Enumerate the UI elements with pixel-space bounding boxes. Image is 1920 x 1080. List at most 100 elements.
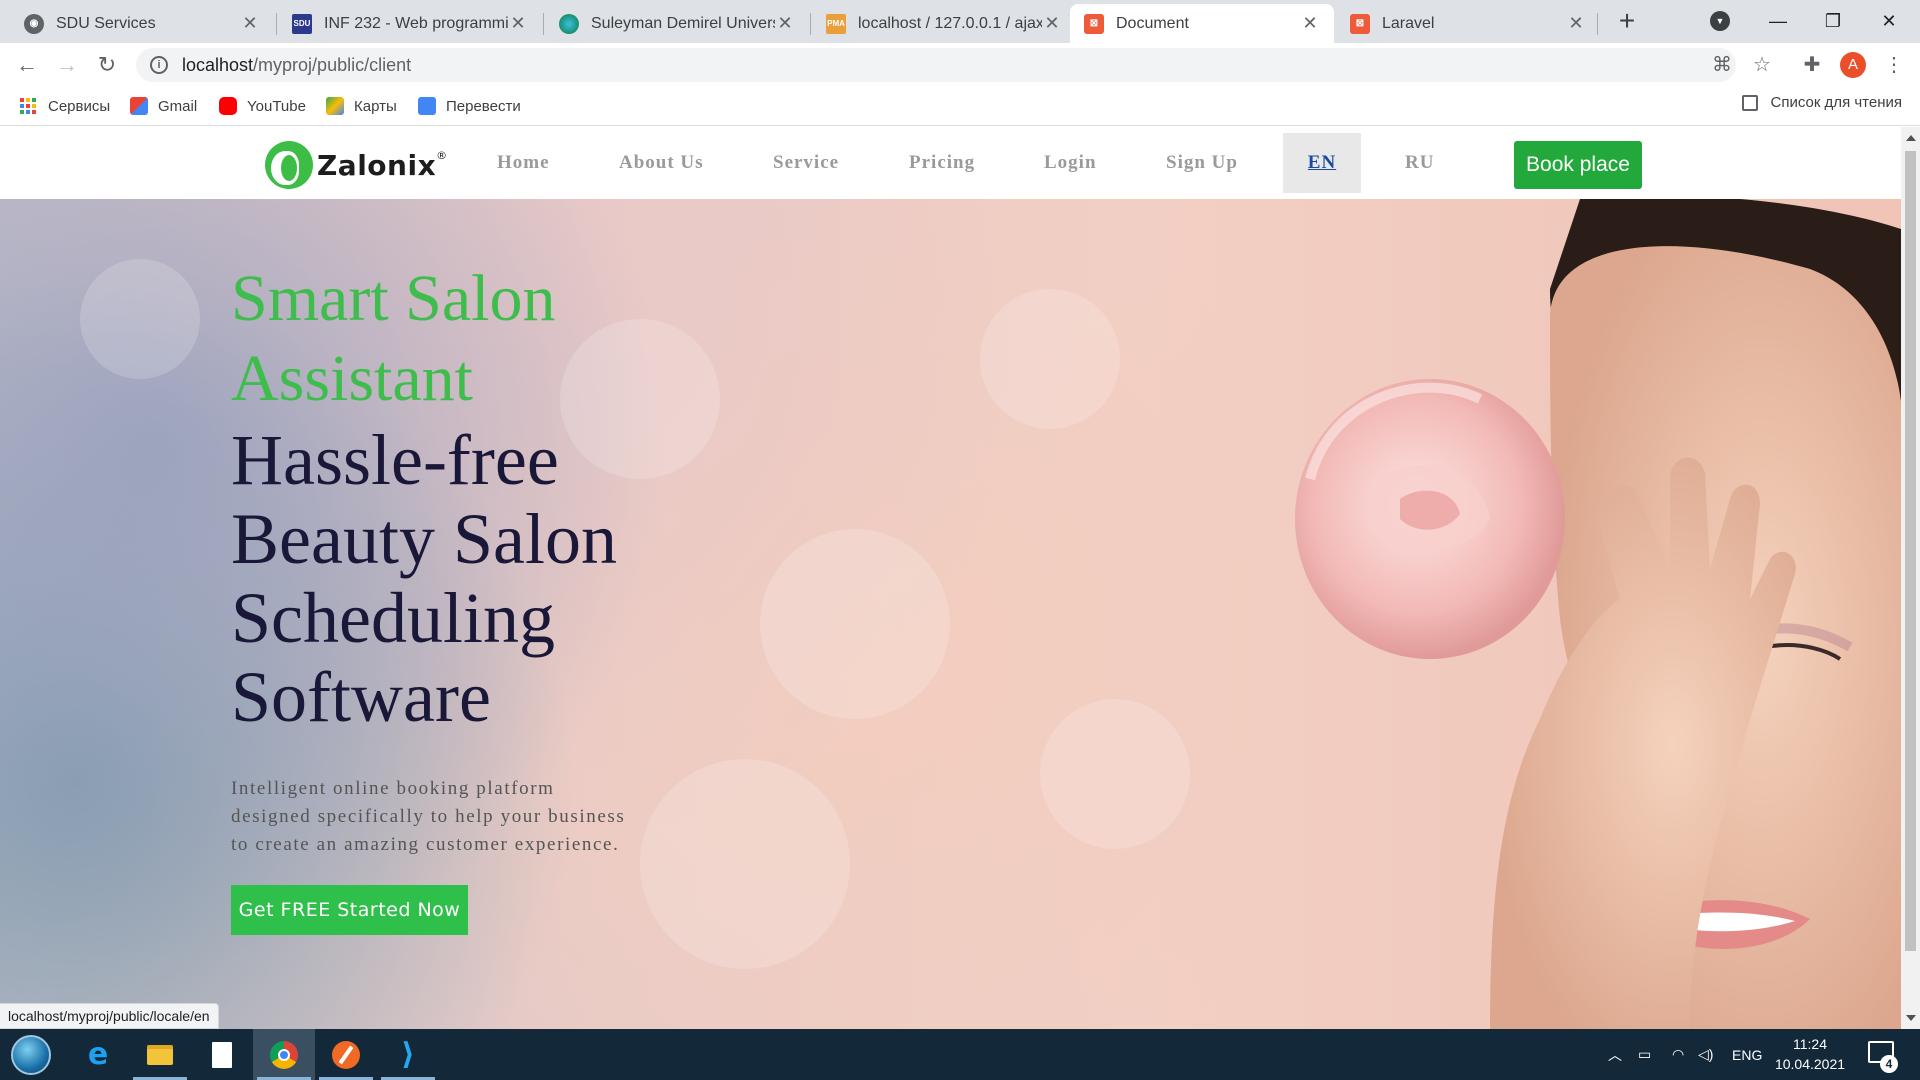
bookmarks-bar: Сервисы Gmail YouTube Карты Перевести Сп… [0, 86, 1920, 126]
taskbar-chrome[interactable] [253, 1029, 315, 1080]
bookmark-label: Карты [354, 97, 397, 115]
hero-title-line: Smart Salon [231, 262, 556, 335]
tab-document[interactable]: ⊠ Document ✕ [1070, 4, 1334, 43]
bookmark-label: YouTube [247, 97, 306, 115]
start-button[interactable] [0, 1029, 62, 1080]
hero-subtitle-line: Hassle-free [231, 420, 559, 500]
wifi-icon[interactable]: ◠ [1672, 1029, 1684, 1080]
nav-about-us[interactable]: About Us [619, 127, 704, 199]
windows-orb-icon [11, 1034, 51, 1075]
system-clock[interactable]: 11:24 10.04.2021 [1770, 1034, 1850, 1074]
nav-sign-up[interactable]: Sign Up [1166, 127, 1238, 199]
notepad-icon [212, 1041, 232, 1068]
url-host: localhost [182, 54, 254, 75]
new-tab-button[interactable]: + [1612, 6, 1642, 36]
taskbar-file-explorer[interactable] [129, 1029, 191, 1080]
bookmark-youtube[interactable]: YouTube [219, 94, 306, 118]
book-place-button[interactable]: Book place [1514, 141, 1642, 189]
tab-phpmyadmin[interactable]: PMA localhost / 127.0.0.1 / ajax / ✕ [812, 4, 1076, 43]
translate-icon [418, 97, 436, 115]
hero-description-line: designed specifically to help your busin… [231, 806, 626, 827]
taskbar-sublime-text[interactable] [315, 1029, 377, 1080]
nav-pricing[interactable]: Pricing [909, 127, 975, 199]
show-hidden-icons-chevron-icon[interactable]: ︿ [1608, 1029, 1622, 1080]
bookmark-label: Сервисы [48, 97, 111, 115]
tab-sdu-university[interactable]: Suleyman Demirel Universit ✕ [545, 4, 809, 43]
volume-icon[interactable]: ◁) [1698, 1029, 1713, 1080]
back-arrow-icon[interactable]: ← [13, 51, 41, 79]
bookmark-translate[interactable]: Перевести [418, 94, 521, 118]
laravel-icon: ⊠ [1084, 13, 1104, 34]
scrollbar-thumb[interactable] [1905, 151, 1916, 951]
nav-home[interactable]: Home [497, 127, 550, 199]
minimize-button[interactable]: — [1755, 6, 1801, 36]
close-icon[interactable]: ✕ [775, 13, 795, 34]
bokeh-light [980, 289, 1120, 429]
battery-icon[interactable]: ▭ [1638, 1029, 1651, 1080]
forward-arrow-icon[interactable]: → [53, 51, 81, 79]
tab-inf232[interactable]: SDU INF 232 - Web programming ✕ [278, 4, 542, 43]
taskbar-vs-code[interactable]: ⟩ [377, 1029, 439, 1080]
bookmark-star-icon[interactable]: ☆ [1750, 53, 1774, 77]
laravel-icon: ⊠ [1350, 13, 1370, 34]
vs-code-icon: ⟩ [401, 1037, 415, 1072]
bookmark-services[interactable]: Сервисы [20, 94, 110, 118]
woman-with-rose-image [1295, 199, 1901, 1029]
reading-list[interactable]: Список для чтения [1742, 94, 1902, 111]
youtube-icon [219, 97, 237, 115]
status-bar-url: localhost/myproj/public/locale/en [0, 1003, 219, 1029]
bookmark-label: Перевести [446, 97, 521, 115]
close-icon[interactable]: ✕ [1042, 13, 1062, 34]
tab-search-icon[interactable]: ▼ [1710, 11, 1730, 31]
tab-laravel[interactable]: ⊠ Laravel ✕ [1336, 4, 1600, 43]
internet-explorer-icon: e [87, 1037, 109, 1072]
address-bar[interactable]: i localhost/myproj/public/client [136, 48, 1736, 82]
close-icon[interactable]: ✕ [1566, 13, 1586, 34]
browser-toolbar: ← → ↻ i localhost/myproj/public/client ⌘… [0, 43, 1920, 86]
lang-en[interactable]: EN [1283, 133, 1361, 193]
bookmark-maps[interactable]: Карты [326, 94, 397, 118]
nav-service[interactable]: Service [773, 127, 839, 199]
sublime-text-icon [332, 1040, 360, 1069]
hero-subtitle-line: Scheduling [231, 578, 555, 658]
restore-button[interactable]: ❐ [1810, 6, 1856, 36]
tab-separator [810, 13, 811, 35]
menu-kebab-icon[interactable]: ⋮ [1882, 53, 1906, 77]
hero-title: Smart Salon Assistant [231, 259, 711, 419]
site-info-icon[interactable]: i [150, 56, 168, 74]
bokeh-light [1040, 699, 1190, 849]
close-icon[interactable]: ✕ [240, 13, 260, 34]
tab-sdu-services[interactable]: ◉ SDU Services ✕ [10, 4, 274, 43]
taskbar-internet-explorer[interactable]: e [67, 1029, 129, 1080]
scroll-up-arrow-icon[interactable] [1906, 135, 1916, 141]
get-started-button[interactable]: Get FREE Started Now [231, 885, 468, 935]
extensions-icon[interactable]: ✚ [1800, 53, 1824, 77]
logo-wordmark: Zalonix [317, 148, 437, 182]
page-scrollbar[interactable] [1901, 127, 1920, 1029]
profile-avatar[interactable]: A [1840, 52, 1866, 78]
input-language[interactable]: ENG [1732, 1029, 1762, 1080]
tab-title: localhost / 127.0.0.1 / ajax / [858, 14, 1042, 32]
reading-list-label: Список для чтения [1770, 94, 1902, 111]
close-window-button[interactable]: ✕ [1866, 6, 1912, 36]
scroll-down-arrow-icon[interactable] [1906, 1015, 1916, 1021]
taskbar-notepad[interactable] [191, 1029, 253, 1080]
close-icon[interactable]: ✕ [1300, 13, 1320, 34]
nav-login[interactable]: Login [1044, 127, 1097, 199]
phpmyadmin-icon: PMA [826, 13, 846, 34]
translate-icon[interactable]: ⌘ [1710, 53, 1734, 77]
lang-ru[interactable]: RU [1405, 127, 1434, 199]
chrome-icon [270, 1040, 298, 1069]
reading-list-icon [1742, 94, 1759, 111]
gmail-icon [130, 97, 148, 115]
tab-separator [543, 13, 544, 35]
site-logo[interactable]: Zalonix® [265, 141, 448, 189]
registered-mark: ® [436, 148, 448, 162]
hero-description: Intelligent online booking platform desi… [231, 775, 671, 859]
close-icon[interactable]: ✕ [508, 13, 528, 34]
globe-icon: ◉ [24, 13, 44, 34]
reload-icon[interactable]: ↻ [93, 51, 121, 79]
tab-separator [276, 13, 277, 35]
bookmark-gmail[interactable]: Gmail [130, 94, 197, 118]
site-navbar: Zalonix® Home About Us Service Pricing L… [0, 127, 1901, 199]
